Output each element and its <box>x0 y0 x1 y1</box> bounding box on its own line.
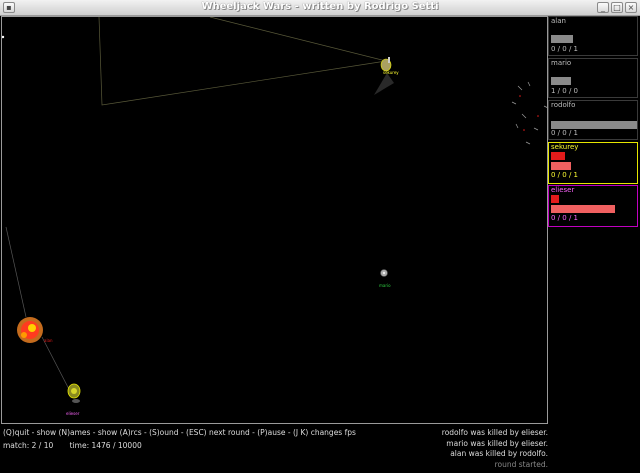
player-panel-elieser: elieser 0 / 0 / 1 <box>548 185 638 227</box>
arena-label-sekurey: sekurey <box>383 70 399 75</box>
player-panel-alan: alan 0 / 0 / 1 <box>548 16 638 56</box>
kill-log-entry: alan was killed by rodolfo. <box>450 449 548 458</box>
tank-sekurey: sekurey <box>374 57 399 95</box>
debris-sparks <box>511 81 549 145</box>
vision-arc-sekurey <box>98 17 387 106</box>
armor-bar <box>551 152 565 160</box>
kill-log-entry: round started. <box>494 459 548 469</box>
explosion: alan <box>17 317 53 343</box>
health-bar <box>551 35 573 43</box>
arena-label-elieser: elieser <box>66 411 80 416</box>
player-name: elieser <box>551 186 575 194</box>
player-score: 0 / 0 / 1 <box>551 214 578 222</box>
match-info: match: 2 / 10 time: 1476 / 10000 <box>3 441 156 450</box>
tank-mario: mario <box>379 269 391 288</box>
vision-arc-elieser <box>41 336 73 396</box>
health-bar <box>551 162 571 170</box>
minimize-icon: _ <box>601 3 605 12</box>
kill-log: rodolfo was killed by elieser. mario was… <box>442 428 548 470</box>
close-button[interactable]: × <box>625 2 637 13</box>
player-name: mario <box>551 59 572 67</box>
maximize-button[interactable]: □ <box>611 2 623 13</box>
bullet-dot <box>2 35 5 39</box>
maximize-icon: □ <box>613 3 621 12</box>
armor-bar <box>551 195 559 203</box>
window-title: Wheeljack Wars - written by Rodrigo Sett… <box>201 1 439 12</box>
close-icon: × <box>627 3 635 12</box>
player-name: alan <box>551 17 566 25</box>
window-titlebar: ▪ Wheeljack Wars - written by Rodrigo Se… <box>0 0 640 16</box>
arena-label-alan: alan <box>44 338 53 343</box>
tank-elieser: elieser <box>66 383 81 416</box>
keyboard-help: (Q)quit - show (N)ames - show (A)rcs - (… <box>3 428 356 437</box>
vision-arc-alan <box>5 226 27 318</box>
player-score: 0 / 0 / 1 <box>551 45 578 53</box>
match-counter: match: 2 / 10 <box>3 441 54 450</box>
kill-log-entry: mario was killed by elieser. <box>446 438 548 448</box>
time-counter: time: 1476 / 10000 <box>69 441 142 450</box>
arena-label-mario: mario <box>379 283 391 288</box>
health-bar <box>551 205 615 213</box>
kill-log-entry: rodolfo was killed by elieser. <box>441 428 548 437</box>
status-bar: (Q)quit - show (N)ames - show (A)rcs - (… <box>0 425 640 473</box>
minimize-button[interactable]: _ <box>597 2 609 13</box>
game-arena[interactable]: sekurey mario alan elieser <box>1 16 548 424</box>
player-score: 0 / 0 / 1 <box>551 171 578 179</box>
arena-canvas: sekurey mario alan elieser <box>2 17 399 416</box>
